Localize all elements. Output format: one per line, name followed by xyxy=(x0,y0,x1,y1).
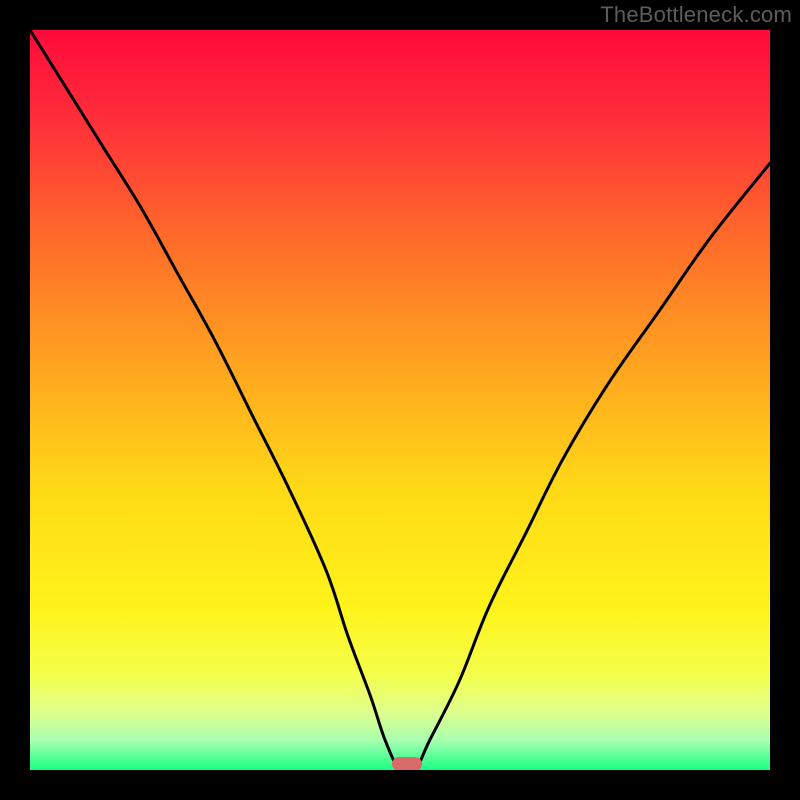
chart-frame: TheBottleneck.com xyxy=(0,0,800,800)
watermark-text: TheBottleneck.com xyxy=(600,2,792,28)
plot-area xyxy=(30,30,770,770)
bottleneck-curve xyxy=(30,30,770,770)
curve-layer xyxy=(30,30,770,770)
minimum-marker xyxy=(392,757,422,770)
